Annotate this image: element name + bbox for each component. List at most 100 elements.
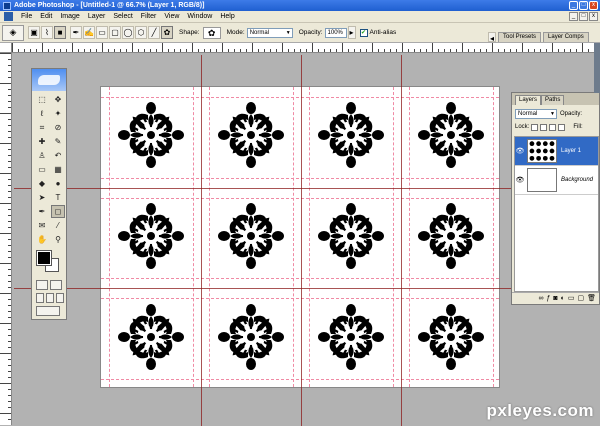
ruler-tick <box>54 49 55 52</box>
opacity-slider-button[interactable]: ▸ <box>347 26 356 39</box>
gradient-icon[interactable]: ▦ <box>51 163 65 176</box>
doc-close-button[interactable]: x <box>589 12 598 21</box>
palette-well-arrow-icon[interactable]: ◂ <box>488 32 496 43</box>
menu-layer[interactable]: Layer <box>84 13 110 20</box>
pen-icon[interactable]: ✒ <box>35 205 49 218</box>
document-canvas[interactable] <box>14 55 600 426</box>
lock-position-button[interactable] <box>549 123 557 131</box>
menu-window[interactable]: Window <box>183 13 216 20</box>
history-brush-icon[interactable]: ↶ <box>51 149 65 162</box>
adjustment-icon[interactable]: ◐ <box>561 294 565 304</box>
visibility-eye-icon[interactable]: 👁 <box>515 176 525 184</box>
fill-pixels-icon[interactable]: ■ <box>54 26 66 39</box>
move-icon[interactable]: ✥ <box>51 93 65 106</box>
custom-shape-icon[interactable]: ◻ <box>51 205 65 218</box>
custom-shape-icon[interactable]: ✿ <box>161 26 173 39</box>
paths-icon[interactable]: ⌇ <box>41 26 53 39</box>
brush-icon[interactable]: ✎ <box>51 135 65 148</box>
toolbox-header[interactable] <box>32 69 66 91</box>
polygon-icon[interactable]: ⬡ <box>135 26 147 39</box>
mask-icon[interactable]: ◙ <box>553 294 557 304</box>
lock-transparency-button[interactable] <box>531 123 539 131</box>
ruler-origin[interactable] <box>0 43 12 53</box>
zoom-icon[interactable]: ⚲ <box>51 233 65 246</box>
full-screen-button[interactable] <box>56 293 64 303</box>
eyedropper-icon[interactable]: ⁄ <box>51 219 65 232</box>
menu-filter[interactable]: Filter <box>137 13 161 20</box>
ruler-tick <box>432 43 433 52</box>
layer-row-layer-1[interactable]: 👁 Layer 1 <box>515 137 598 166</box>
vertical-ruler[interactable] <box>0 53 12 425</box>
ruler-tick <box>408 49 409 52</box>
minimize-button[interactable]: _ <box>569 1 578 10</box>
notes-icon[interactable]: ✉ <box>35 219 49 232</box>
type-icon[interactable]: T <box>51 191 65 204</box>
foreground-color-swatch[interactable] <box>36 250 52 266</box>
document-icon[interactable] <box>4 12 13 21</box>
menu-edit[interactable]: Edit <box>36 13 56 20</box>
mode-select[interactable]: Normal ▼ <box>246 27 293 38</box>
ruler-tick <box>8 281 11 282</box>
shape-layers-icon[interactable]: ▣ <box>28 26 40 39</box>
layers-panel-tabs: Layers Paths <box>512 93 599 105</box>
horizontal-ruler[interactable] <box>12 43 600 53</box>
guide-vertical[interactable] <box>401 55 402 426</box>
panel-scrollbar[interactable] <box>594 43 600 93</box>
rounded-rectangle-icon[interactable]: ▢ <box>109 26 121 39</box>
visibility-eye-icon[interactable]: 👁 <box>515 147 525 155</box>
full-screen-menu-button[interactable] <box>46 293 54 303</box>
rectangle-icon[interactable]: ▭ <box>96 26 108 39</box>
magic-wand-icon[interactable]: ✦ <box>51 107 65 120</box>
menu-help[interactable]: Help <box>216 13 238 20</box>
menu-select[interactable]: Select <box>109 13 136 20</box>
crop-icon[interactable]: ⌗ <box>35 121 49 134</box>
layer-blend-mode-select[interactable]: Normal ▼ <box>515 109 557 119</box>
layer-style-icon[interactable]: ƒ <box>546 294 550 304</box>
guide-vertical[interactable] <box>201 55 202 426</box>
doc-minimize-button[interactable]: _ <box>569 12 578 21</box>
tab-tool-presets[interactable]: Tool Presets <box>498 32 542 42</box>
tab-layers[interactable]: Layers <box>515 95 542 105</box>
slice-icon[interactable]: ⊘ <box>51 121 65 134</box>
menu-image[interactable]: Image <box>56 13 83 20</box>
antialias-checkbox[interactable]: ✔ <box>359 28 368 37</box>
tab-paths[interactable]: Paths <box>541 95 565 105</box>
clone-stamp-icon[interactable]: ♙ <box>35 149 49 162</box>
delete-icon[interactable]: 🗑 <box>587 294 596 304</box>
jump-to-imageready-button[interactable] <box>36 306 60 316</box>
ellipse-icon[interactable]: ◯ <box>122 26 134 39</box>
ruler-tick <box>8 227 11 228</box>
standard-mode-button[interactable] <box>36 280 48 290</box>
opacity-field[interactable]: 100% <box>324 27 347 38</box>
lock-image-button[interactable] <box>540 123 548 131</box>
ruler-tick <box>0 323 11 324</box>
menu-view[interactable]: View <box>160 13 183 20</box>
path-select-icon[interactable]: ➤ <box>35 191 49 204</box>
maximize-button[interactable]: □ <box>579 1 588 10</box>
standard-screen-button[interactable] <box>36 293 44 303</box>
close-button[interactable]: x <box>589 1 598 10</box>
menu-file[interactable]: File <box>17 13 36 20</box>
line-icon[interactable]: ╱ <box>148 26 160 39</box>
hand-icon[interactable]: ✋ <box>35 233 49 246</box>
healing-brush-icon[interactable]: ✚ <box>35 135 49 148</box>
shape-picker[interactable]: ✿ <box>202 26 221 39</box>
eraser-icon[interactable]: ▭ <box>35 163 49 176</box>
link-icon[interactable]: ∞ <box>538 294 543 304</box>
blur-icon[interactable]: ◆ <box>35 177 49 190</box>
lock-all-button[interactable] <box>558 123 566 131</box>
lasso-icon[interactable]: ℓ <box>35 107 49 120</box>
layer-row-background[interactable]: 👁 Background <box>515 166 598 195</box>
tool-preset-picker[interactable]: ◈ <box>2 24 24 41</box>
group-icon[interactable]: ▭ <box>568 294 575 304</box>
pen-tool-icon[interactable]: ✒ <box>70 26 82 39</box>
guide-vertical[interactable] <box>301 55 302 426</box>
doc-restore-button[interactable]: □ <box>579 12 588 21</box>
new-layer-icon[interactable]: ▢ <box>577 294 584 304</box>
tab-layer-comps[interactable]: Layer Comps <box>543 32 589 42</box>
dodge-icon[interactable]: ● <box>51 177 65 190</box>
ruler-tick <box>42 43 43 52</box>
freeform-pen-icon[interactable]: ✍ <box>83 26 95 39</box>
quick-mask-button[interactable] <box>50 280 62 290</box>
marquee-icon[interactable]: ⬚ <box>35 93 49 106</box>
